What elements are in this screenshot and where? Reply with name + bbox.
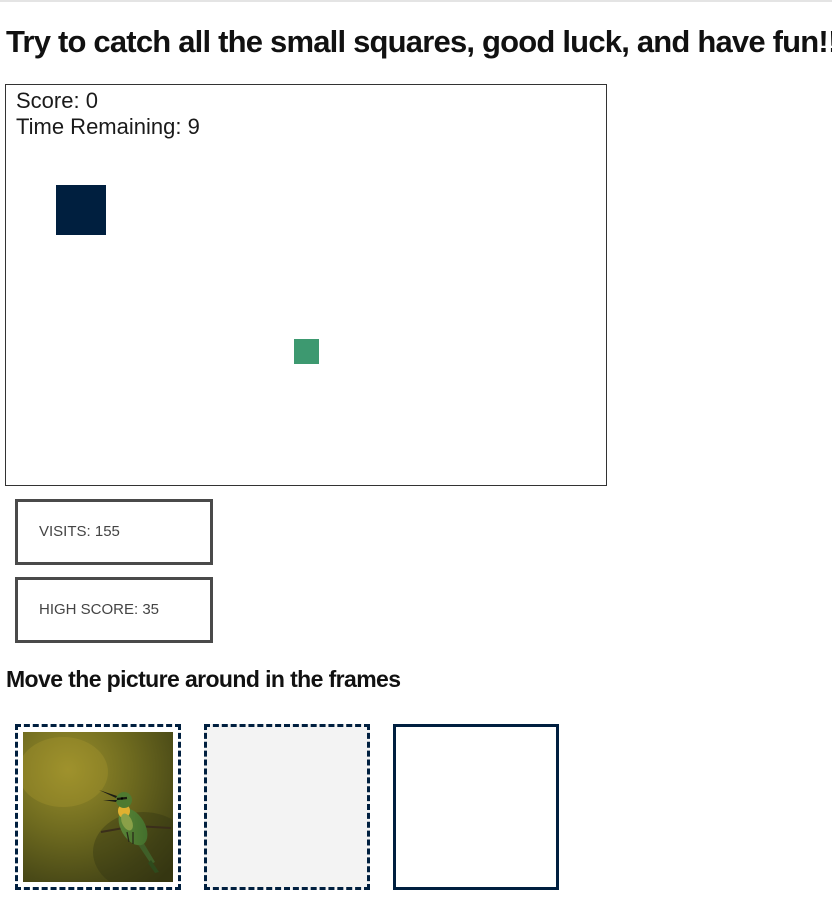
picture-frame-1[interactable] — [15, 724, 181, 890]
high-score-counter: HIGH SCORE: 35 — [15, 577, 213, 643]
page-title: Try to catch all the small squares, good… — [6, 24, 832, 59]
player-square[interactable] — [56, 185, 106, 235]
frames-heading: Move the picture around in the frames — [6, 666, 401, 692]
visits-counter: VISITS: 155 — [15, 499, 213, 565]
score-display: Score: 0 — [16, 88, 98, 113]
bird-picture[interactable] — [23, 732, 173, 882]
visits-label: VISITS: 155 — [39, 523, 120, 540]
picture-frame-2[interactable] — [204, 724, 370, 890]
top-divider — [0, 0, 832, 2]
target-square[interactable] — [294, 339, 319, 364]
game-area[interactable]: Score: 0 Time Remaining: 9 — [5, 84, 607, 486]
picture-frame-3[interactable] — [393, 724, 559, 890]
high-score-label: HIGH SCORE: 35 — [39, 601, 160, 618]
time-remaining-display: Time Remaining: 9 — [16, 114, 200, 139]
